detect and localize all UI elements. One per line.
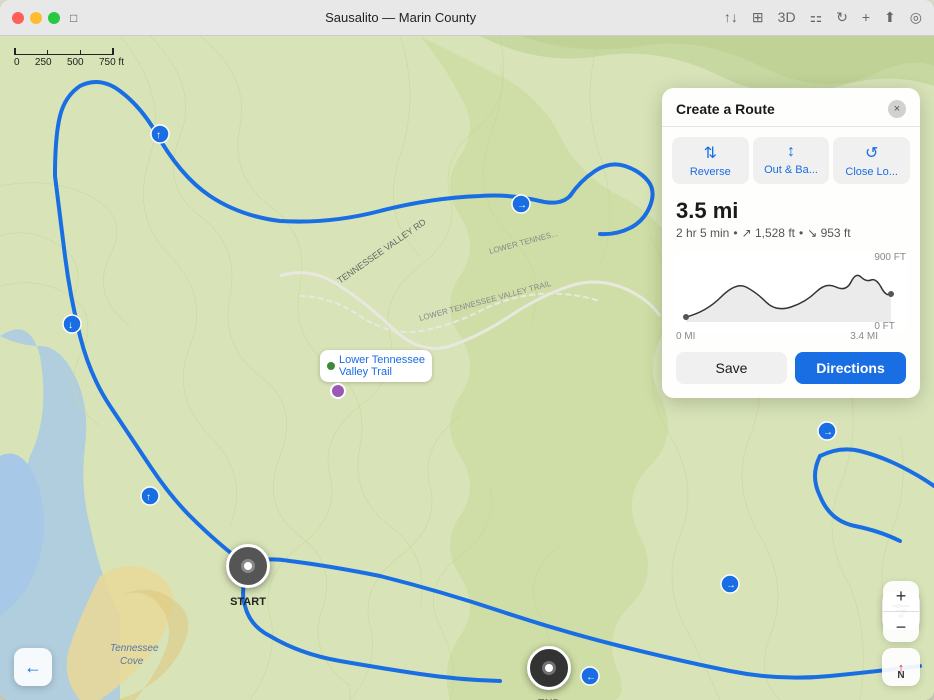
reverse-button[interactable]: ⇅ Reverse: [672, 137, 749, 184]
elev-labels-bottom: 0 MI 3.4 MI: [676, 331, 878, 342]
share-icon[interactable]: ⬆: [884, 9, 896, 26]
svg-text:Tennessee: Tennessee: [110, 643, 159, 654]
zoom-in-button[interactable]: +: [883, 581, 919, 611]
svg-text:→: →: [517, 200, 527, 211]
elev-max-label: 900 FT: [874, 252, 906, 263]
separator: •: [733, 226, 737, 240]
minimize-button[interactable]: [30, 12, 42, 24]
bottom-left-controls: ←: [14, 648, 52, 686]
app-window: □ Sausalito — Marin County ↑↓ ⊞ 3D ⚏ ↻ +…: [0, 0, 934, 700]
elev-labels-right: 900 FT 0 FT: [874, 252, 906, 332]
svg-text:↑: ↑: [156, 130, 161, 141]
svg-text:Cove: Cove: [120, 656, 144, 667]
svg-text:→: →: [823, 427, 833, 438]
compass-button[interactable]: ↑ N: [882, 648, 920, 686]
directions-button[interactable]: Directions: [795, 352, 906, 384]
zoom-out-button[interactable]: −: [883, 612, 919, 642]
svg-text:←: ←: [586, 672, 596, 683]
elevation-up: ↗ 1,528 ft: [742, 226, 795, 240]
svg-text:↑: ↑: [146, 492, 151, 503]
out-back-icon: ↕: [787, 143, 795, 161]
add-icon[interactable]: +: [862, 9, 870, 26]
out-back-label: Out & Ba...: [764, 164, 818, 176]
nav-icon[interactable]: ↑↓: [724, 9, 738, 26]
panel-title: Create a Route: [676, 101, 775, 117]
zoom-control: + −: [883, 581, 919, 642]
mi-end-label: 3.4 MI: [850, 331, 878, 342]
separator2: •: [799, 226, 803, 240]
bottom-right-controls: + − ↑ N: [882, 581, 920, 686]
scale-labels: 0 250 500 750 ft: [14, 57, 124, 68]
compass-n: N: [897, 670, 904, 681]
traffic-lights: [12, 12, 60, 24]
route-panel: Create a Route × ⇅ Reverse ↕ Out & Ba...…: [662, 88, 920, 398]
close-loop-button[interactable]: ↺ Close Lo...: [833, 137, 910, 184]
route-stats: 3.5 mi 2 hr 5 min • ↗ 1,528 ft • ↘ 953 f…: [662, 190, 920, 246]
poi-dot: [327, 362, 335, 370]
end-marker: [527, 646, 571, 690]
elevation-down: ↘ 953 ft: [807, 226, 850, 240]
start-marker-container: START: [226, 544, 270, 588]
close-button[interactable]: [12, 12, 24, 24]
scale-bar: 0 250 500 750 ft: [14, 48, 124, 68]
route-actions: Save Directions: [662, 352, 920, 384]
back-button[interactable]: ←: [14, 648, 52, 686]
end-icon: [540, 659, 558, 677]
svg-text:→: →: [726, 580, 736, 591]
info-icon[interactable]: ⚏: [810, 9, 823, 26]
start-icon: [239, 557, 257, 575]
mi-start-label: 0 MI: [676, 331, 695, 342]
poi-marker[interactable]: Lower TennesseeValley Trail: [320, 350, 432, 382]
layer-icon[interactable]: ⊞: [752, 9, 764, 26]
purple-marker: [330, 383, 346, 399]
reverse-icon: ⇅: [704, 143, 717, 163]
out-back-button[interactable]: ↕ Out & Ba...: [753, 137, 830, 184]
map-area[interactable]: TENNESSEE VALLEY RD LOWER TENNES... LOWE…: [0, 36, 934, 700]
route-toolbar: ⇅ Reverse ↕ Out & Ba... ↺ Close Lo...: [662, 127, 920, 190]
elevation-svg: [676, 252, 906, 332]
start-label: START: [230, 596, 266, 608]
panel-header: Create a Route ×: [662, 88, 920, 127]
route-details: 2 hr 5 min • ↗ 1,528 ft • ↘ 953 ft: [676, 226, 906, 240]
svg-text:↓: ↓: [68, 320, 73, 331]
window-icon: □: [70, 11, 77, 25]
titlebar: □ Sausalito — Marin County ↑↓ ⊞ 3D ⚏ ↻ +…: [0, 0, 934, 36]
end-marker-container: END: [527, 646, 571, 690]
refresh-icon[interactable]: ↻: [836, 9, 848, 26]
start-marker: [226, 544, 270, 588]
window-title: Sausalito — Marin County: [77, 10, 724, 25]
3d-label[interactable]: 3D: [778, 9, 796, 26]
close-loop-icon: ↺: [865, 143, 878, 163]
account-icon[interactable]: ◎: [910, 9, 922, 26]
close-loop-label: Close Lo...: [845, 166, 898, 178]
fullscreen-button[interactable]: [48, 12, 60, 24]
route-distance: 3.5 mi: [676, 198, 906, 224]
panel-close-button[interactable]: ×: [888, 100, 906, 118]
titlebar-controls: ↑↓ ⊞ 3D ⚏ ↻ + ⬆ ◎: [724, 9, 922, 26]
elevation-chart: 900 FT 0 FT 0 MI 3.4 MI: [676, 252, 906, 342]
route-time: 2 hr 5 min: [676, 226, 729, 240]
elev-min-label: 0 FT: [874, 321, 906, 332]
reverse-label: Reverse: [690, 166, 731, 178]
save-button[interactable]: Save: [676, 352, 787, 384]
poi-label: Lower TennesseeValley Trail: [339, 354, 425, 378]
